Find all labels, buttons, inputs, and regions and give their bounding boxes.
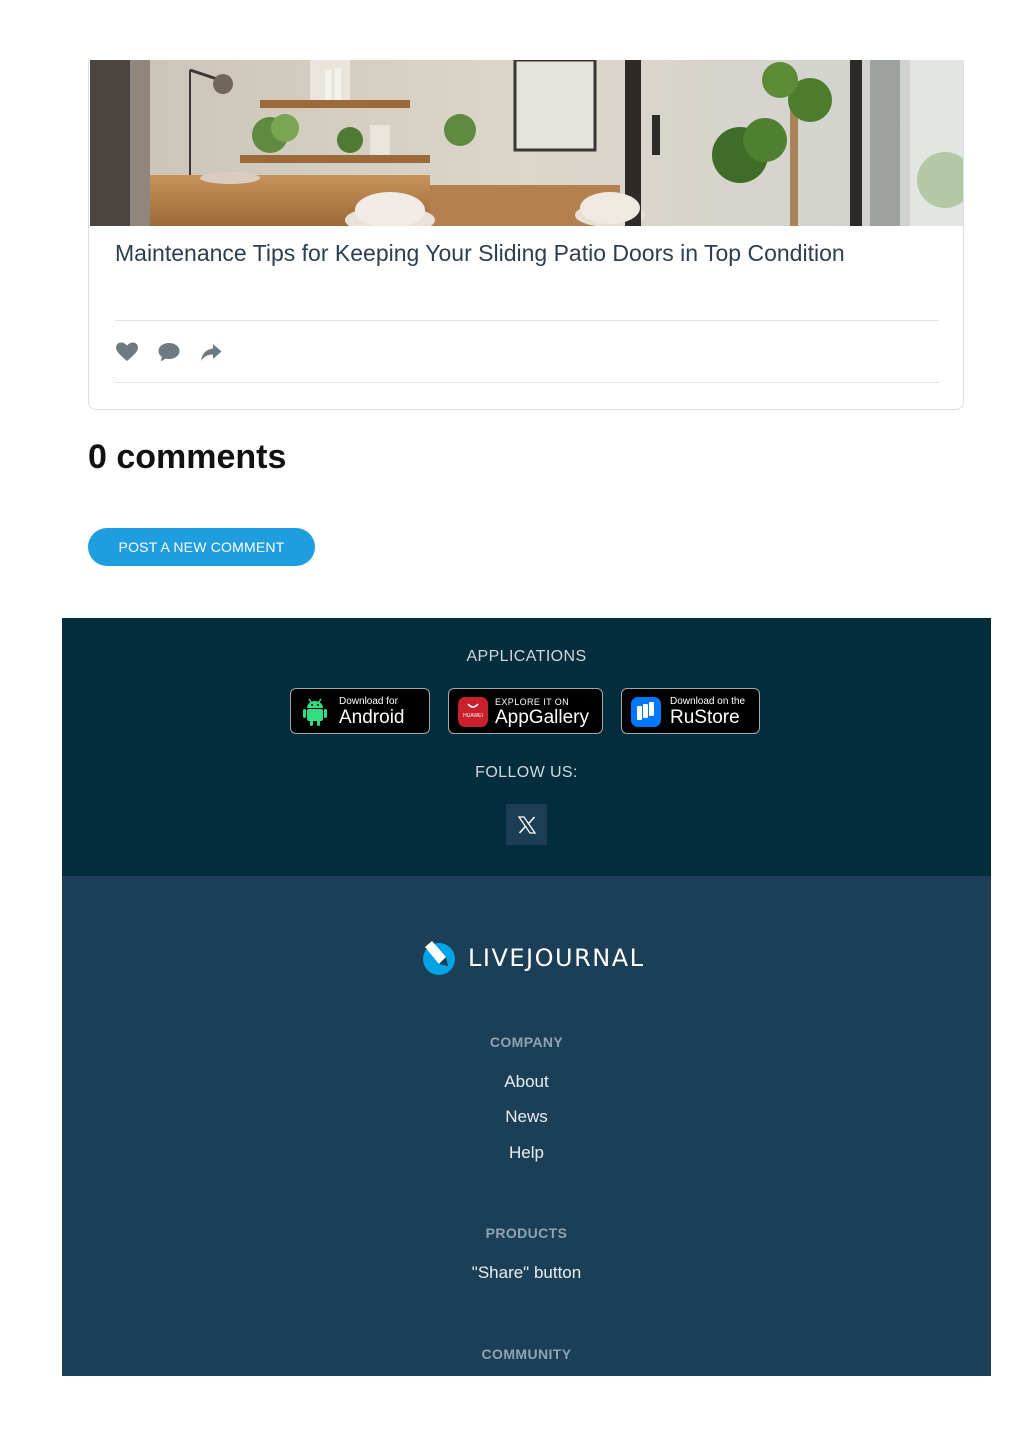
divider [115,382,939,383]
badge-icon-text: HUAWEI [463,713,483,719]
comments-count-heading: 0 comments [88,438,287,476]
heart-icon[interactable] [115,340,139,364]
rustore-icon [631,697,661,727]
livejournal-logo[interactable]: LIVEJOURNAL [420,938,644,978]
badge-store-name: RuStore [670,707,740,728]
footer-link-news[interactable]: News [62,1107,991,1127]
android-download-badge[interactable]: Download for Android [290,688,430,734]
rustore-badge[interactable]: Download on the RuStore [621,688,760,734]
post-cover-image[interactable] [90,60,963,226]
post-title[interactable]: Maintenance Tips for Keeping Your Slidin… [115,238,875,269]
divider [115,320,939,321]
post-actions [115,340,223,364]
badge-store-name: Android [339,707,405,728]
livejournal-logo-icon [423,941,455,975]
post-new-comment-button[interactable]: POST A NEW COMMENT [88,528,315,566]
x-social-link[interactable] [506,804,547,845]
footer-link-share-button[interactable]: "Share" button [62,1263,991,1283]
x-icon [517,815,536,834]
post-card: Maintenance Tips for Keeping Your Slidin… [88,60,964,410]
android-icon [303,698,327,726]
applications-heading: APPLICATIONS [466,648,587,665]
footer-apps-section: APPLICATIONS Download for Android HUAWEI… [62,618,991,876]
follow-us-heading: FOLLOW US: [475,764,578,781]
brand-name: LIVEJOURNAL [468,944,645,972]
footer-links-section: LIVEJOURNAL COMPANY About News Help PROD… [62,876,991,1376]
community-section-title: COMMUNITY [481,1346,572,1362]
share-arrow-icon[interactable] [199,340,223,364]
products-section-title: PRODUCTS [485,1225,568,1241]
footer-link-about[interactable]: About [62,1072,991,1092]
company-section-title: COMPANY [489,1034,564,1050]
footer-link-help[interactable]: Help [62,1143,991,1163]
badge-store-name: AppGallery [495,707,589,728]
comment-icon[interactable] [157,340,181,364]
huawei-appgallery-icon: HUAWEI [458,697,488,727]
appgallery-badge[interactable]: HUAWEI EXPLORE IT ON AppGallery [448,688,603,734]
